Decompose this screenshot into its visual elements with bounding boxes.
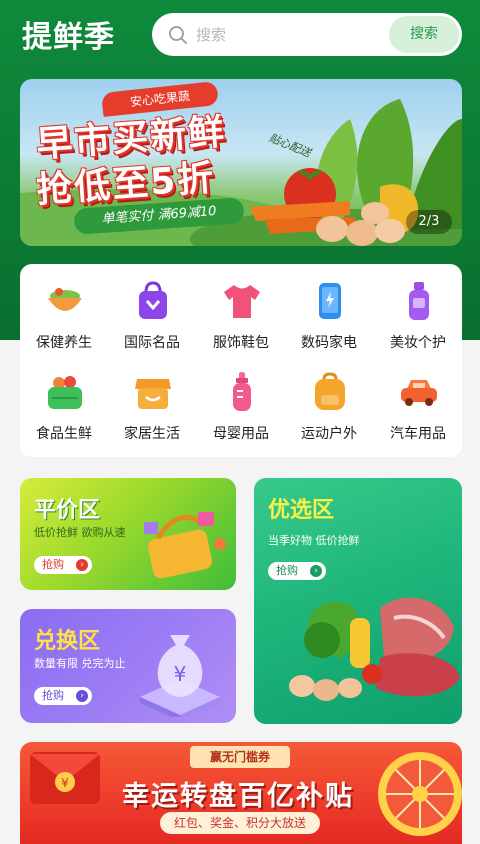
coupon-tag: 赢无门槛券 (190, 746, 290, 768)
category-beauty[interactable]: 美妆个护 (374, 268, 462, 358)
lotion-bottle-icon (409, 282, 429, 320)
banner-page-indicator: 2/3 (406, 210, 452, 234)
category-international[interactable]: 国际名品 (108, 268, 196, 358)
buy-button-label: 抢购 (42, 689, 64, 702)
phone-icon (319, 283, 341, 319)
category-label: 食品生鲜 (36, 426, 92, 442)
promo-subtitle: 低价抢鲜 欲购从速 (34, 526, 126, 539)
svg-text:¥: ¥ (174, 662, 187, 686)
baby-bottle-icon (233, 372, 251, 411)
chevron-right-icon: › (76, 690, 88, 702)
promo-duihuan[interactable]: 兑换区 数量有限 兑完为止 抢购 › ¥ (20, 609, 236, 723)
buy-button-label: 抢购 (276, 564, 298, 577)
promo-title: 优选区 (268, 498, 335, 523)
search-bar[interactable]: 搜索 搜索 (152, 13, 462, 56)
chevron-right-icon: › (310, 565, 322, 577)
category-health[interactable]: 保健养生 (20, 268, 108, 358)
promo-title: 平价区 (34, 498, 101, 523)
buy-button-label: 抢购 (42, 558, 64, 571)
promo-subtitle: 当季好物 低价抢鲜 (268, 534, 360, 547)
promo-subtitle: 数量有限 兑完为止 (34, 657, 126, 670)
app-logo: 提鲜季 (22, 20, 115, 55)
category-auto[interactable]: 汽车用品 (374, 359, 462, 449)
buy-button[interactable]: 抢购 › (34, 687, 92, 705)
search-input[interactable]: 搜索 (196, 24, 226, 45)
category-label: 保健养生 (36, 335, 92, 351)
search-icon (169, 26, 187, 44)
category-sports[interactable]: 运动户外 (285, 359, 373, 449)
search-button[interactable]: 搜索 (389, 16, 459, 53)
category-label: 家居生活 (124, 426, 180, 442)
bowl-icon (48, 288, 82, 311)
basket-icon (48, 376, 82, 409)
backpack-icon (315, 372, 345, 410)
category-label: 汽车用品 (390, 426, 446, 442)
shopping-basket-illustration (144, 512, 226, 579)
category-baby[interactable]: 母婴用品 (197, 359, 285, 449)
buy-button[interactable]: 抢购 › (34, 556, 92, 574)
promo-youxuan[interactable]: 优选区 当季好物 低价抢鲜 抢购 › (254, 478, 462, 724)
category-apparel[interactable]: 服饰鞋包 (197, 268, 285, 358)
lucky-wheel-banner[interactable]: ¥ 赢无门槛券 幸运转盘百亿补贴 红包、奖金、积分大放送 (20, 742, 462, 844)
money-bag-illustration: ¥ (140, 635, 220, 717)
lucky-wheel-subtitle: 红包、奖金、积分大放送 (160, 812, 320, 834)
category-fresh-food[interactable]: 食品生鲜 (20, 359, 108, 449)
category-label: 国际名品 (124, 335, 180, 351)
lucky-wheel-title: 幸运转盘百亿补贴 (122, 781, 354, 812)
category-label: 数码家电 (301, 335, 357, 351)
promo-title: 兑换区 (34, 629, 101, 654)
category-label: 服饰鞋包 (213, 335, 269, 351)
store-icon (135, 379, 171, 409)
category-digital[interactable]: 数码家电 (285, 268, 373, 358)
chevron-right-icon: › (76, 559, 88, 571)
promo-banner[interactable]: 安心吃果蔬 早市买新鲜 抢低至5折 单笔实付 满69减10 贴心配送 2/3 (20, 79, 462, 246)
groceries-illustration (289, 597, 460, 701)
car-icon (401, 380, 437, 406)
promo-pingjia[interactable]: 平价区 低价抢鲜 欲购从速 抢购 › (20, 478, 236, 590)
category-label: 美妆个护 (390, 335, 446, 351)
category-grid: 保健养生 国际名品 服饰鞋包 数码家电 美妆个护 食品生鲜 家居生活 母婴用品 … (20, 264, 462, 457)
shopping-bag-icon (139, 281, 167, 319)
tshirt-icon (224, 285, 260, 318)
header: 提鲜季 搜索 搜索 (0, 0, 480, 70)
category-home[interactable]: 家居生活 (108, 359, 196, 449)
svg-text:¥: ¥ (61, 776, 69, 790)
category-label: 运动户外 (301, 426, 357, 442)
category-label: 母婴用品 (213, 426, 269, 442)
